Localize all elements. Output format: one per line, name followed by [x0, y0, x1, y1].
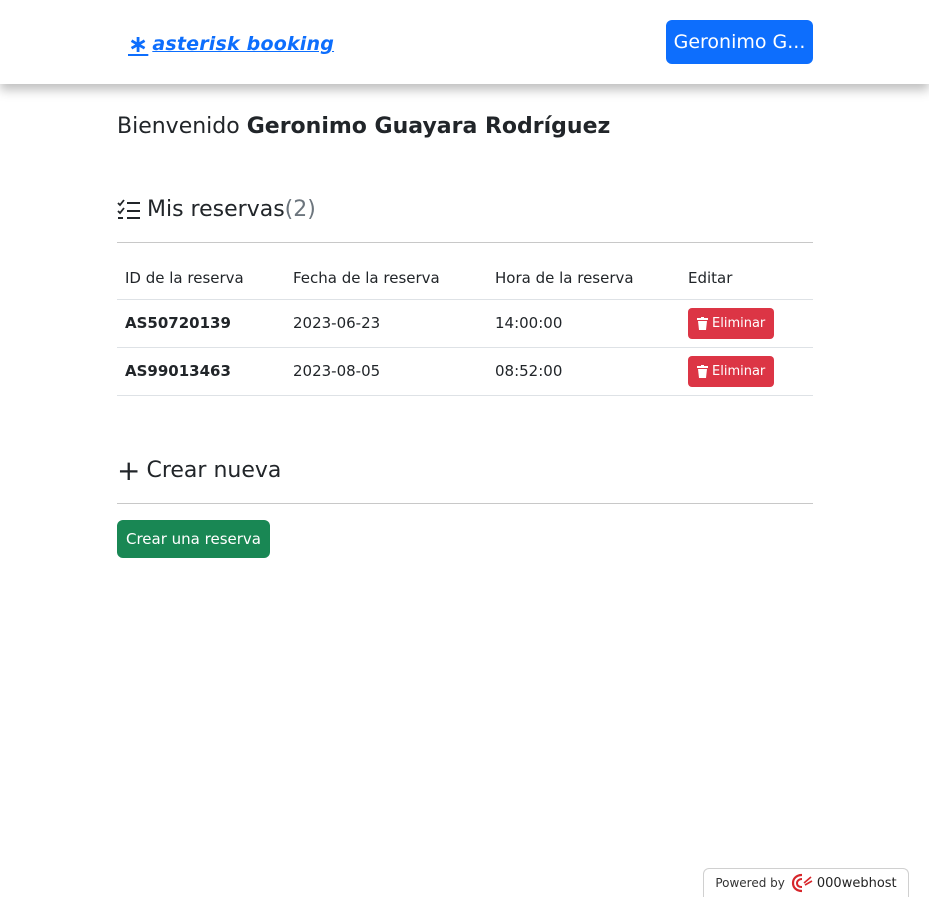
user-menu-button[interactable]: Geronimo G... [666, 20, 813, 64]
welcome-message: Bienvenido Geronimo Guayara Rodríguez [117, 114, 610, 139]
reservation-time: 14:00:00 [487, 299, 680, 348]
delete-label: Eliminar [712, 315, 766, 331]
reservation-date: 2023-08-05 [285, 347, 487, 396]
table-row: AS99013463 2023-08-05 08:52:00 Eliminar [117, 347, 813, 396]
checklist-icon [117, 198, 140, 219]
navbar: ∗ asterisk booking Geronimo G... [0, 0, 929, 84]
delete-button[interactable]: Eliminar [688, 307, 775, 339]
delete-label: Eliminar [712, 363, 766, 379]
reservation-id: AS50720139 [117, 299, 285, 348]
header-id: ID de la reserva [117, 258, 285, 300]
reservations-heading: Mis reservas (2) [117, 197, 316, 222]
asterisk-icon: ∗ [128, 30, 149, 58]
table-header-row: ID de la reserva Fecha de la reserva Hor… [117, 258, 813, 300]
divider [117, 242, 813, 243]
brand-text: asterisk booking [152, 33, 335, 55]
header-fecha: Fecha de la reserva [285, 258, 487, 300]
divider [117, 503, 813, 504]
plus-icon: + [117, 453, 141, 487]
header-editar: Editar [680, 258, 813, 300]
trash-icon [697, 316, 708, 330]
header-hora: Hora de la reserva [487, 258, 680, 300]
powered-by-text: Powered by [715, 876, 785, 890]
delete-button[interactable]: Eliminar [688, 355, 775, 387]
reservations-count: (2) [284, 197, 316, 222]
create-reservation-button[interactable]: Crear una reserva [117, 520, 270, 558]
reservations-title: Mis reservas [147, 197, 285, 222]
webhost-logo-icon [791, 873, 813, 893]
welcome-greeting: Bienvenido [117, 114, 240, 139]
reservations-table: ID de la reserva Fecha de la reserva Hor… [117, 258, 813, 396]
brand-link[interactable]: ∗ asterisk booking [128, 30, 334, 58]
webhost-brand: 000webhost [816, 875, 897, 891]
create-title: Crear nueva [146, 458, 282, 483]
welcome-user-name: Geronimo Guayara Rodríguez [246, 114, 611, 139]
table-row: AS50720139 2023-06-23 14:00:00 Eliminar [117, 299, 813, 348]
reservation-time: 08:52:00 [487, 347, 680, 396]
reservation-id: AS99013463 [117, 347, 285, 396]
create-heading: + Crear nueva [117, 453, 282, 487]
trash-icon [697, 364, 708, 378]
powered-by-badge[interactable]: Powered by 000webhost [703, 868, 909, 897]
reservation-date: 2023-06-23 [285, 299, 487, 348]
